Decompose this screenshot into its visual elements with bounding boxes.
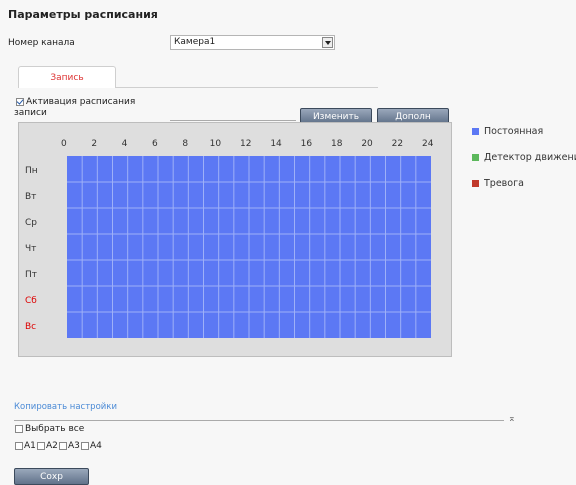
divider [170,120,296,121]
legend-label: Постоянная [484,126,544,137]
channel-label: A2 [46,441,58,451]
hour-label: 10 [209,139,222,149]
tab-record[interactable]: Запись [18,66,116,88]
hour-label: 18 [331,139,343,149]
hour-label: 16 [300,139,313,149]
channel-label: Номер канала [8,38,75,48]
legend-swatch [472,154,479,161]
legend-label: Детектор движения [484,152,576,163]
page-title: Параметры расписания [8,8,158,21]
day-label: Пт [25,270,38,280]
activation-label-line2: записи [14,108,47,118]
day-label: Сб [25,296,37,306]
day-label: Вт [25,192,37,202]
hour-label: 22 [391,139,404,149]
channel-checkbox[interactable] [37,442,45,450]
tab-divider [116,87,378,88]
channel-label: A1 [24,441,36,451]
channel-checkbox[interactable] [81,442,89,450]
channel-select-value: Камера1 [174,37,216,47]
channel-label: A3 [68,441,80,451]
copy-settings-link[interactable]: Копировать настройки [14,402,117,412]
select-all-label: Выбрать все [25,424,85,434]
channel-checkbox[interactable] [15,442,23,450]
hour-label: 8 [182,139,189,149]
activation-label: Активация расписания [26,97,136,107]
schedule-grid[interactable] [67,156,431,338]
legend-swatch [472,180,479,187]
select-all-checkbox[interactable] [15,425,23,433]
day-label: Пн [25,166,38,176]
chevron-down-icon[interactable] [322,37,333,48]
hour-label: 4 [121,139,128,149]
day-label: Вс [25,322,37,332]
save-button[interactable]: Сохр [14,468,89,485]
hour-label: 14 [270,139,282,149]
hour-label: 12 [240,139,252,149]
hour-label: 20 [361,139,373,149]
channel-select[interactable]: Камера1 [170,35,335,50]
hour-label: 0 [61,139,67,149]
hour-label: 24 [422,139,434,149]
legend-label: Тревога [484,178,524,189]
legend-swatch [472,128,479,135]
channel-checkbox[interactable] [59,442,67,450]
day-label: Ср [25,218,37,228]
activation-checkbox[interactable] [16,98,24,106]
collapse-icon[interactable]: ⌅ [508,414,516,424]
hour-label: 2 [91,139,98,149]
day-label: Чт [25,244,37,254]
hour-label: 6 [152,139,158,149]
copy-divider [14,420,504,421]
channel-label: A4 [90,441,102,451]
